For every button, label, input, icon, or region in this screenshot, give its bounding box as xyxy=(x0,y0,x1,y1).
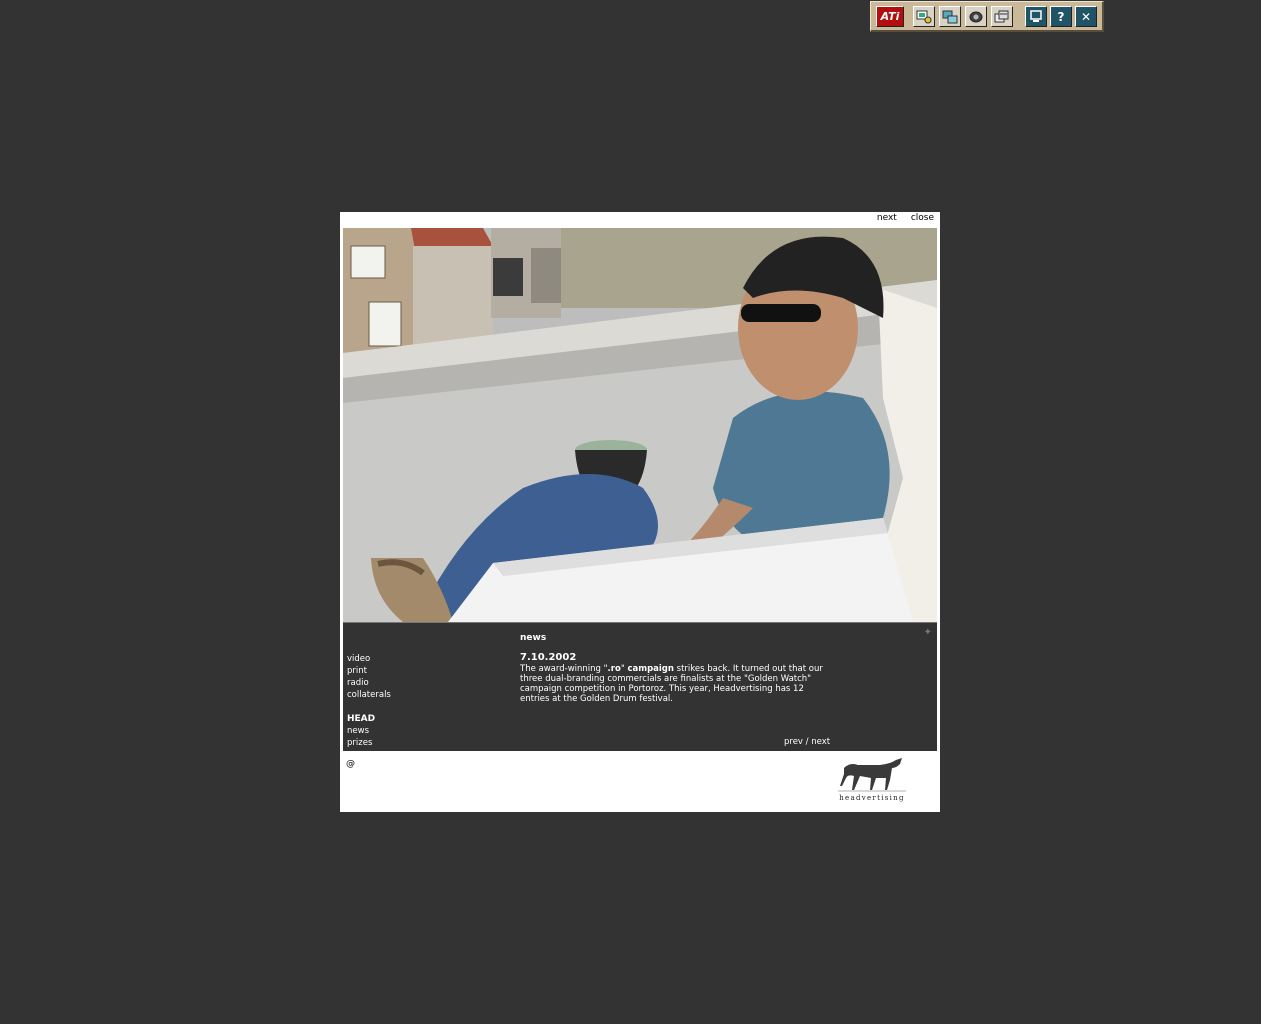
ati-taskbar: ATi ? ✕ xyxy=(870,1,1104,32)
news-body-pre: The award-winning " xyxy=(520,664,608,674)
news-body-bold-campaign: campaign xyxy=(627,664,674,674)
menu-item-news[interactable]: news xyxy=(347,725,467,737)
close-link[interactable]: close xyxy=(911,213,934,227)
news-body-bold-ro: .ro xyxy=(607,664,621,674)
news-panel: ✦ video print radio collaterals HEAD new… xyxy=(343,622,937,751)
menu-item-radio[interactable]: radio xyxy=(347,677,467,689)
prev-link[interactable]: prev xyxy=(784,737,803,747)
nav-menu: video print radio collaterals HEAD news … xyxy=(347,653,467,749)
headvertising-logo[interactable]: headvertising xyxy=(836,756,908,806)
bird-icon: ✦ xyxy=(923,627,932,638)
news-pager: prev / next xyxy=(784,737,830,747)
content-frame: next close ✦ video print radio collatera… xyxy=(340,212,940,812)
logo-wordmark: headvertising xyxy=(839,794,905,802)
display-settings-icon[interactable] xyxy=(913,6,935,27)
tv-tuner-icon[interactable] xyxy=(965,6,987,27)
menu-heading-head: HEAD xyxy=(347,714,376,724)
menu-item-collaterals[interactable]: collaterals xyxy=(347,689,467,701)
news-body: The award-winning ".ro" campaign strikes… xyxy=(520,664,832,704)
close-button[interactable]: ✕ xyxy=(1075,6,1097,27)
menu-item-print[interactable]: print xyxy=(347,665,467,677)
section-title: news xyxy=(520,633,547,643)
ati-logo-button[interactable]: ATi xyxy=(876,6,904,27)
pager-separator: / xyxy=(802,737,812,747)
menu-item-video[interactable]: video xyxy=(347,653,467,665)
menu-item-prizes[interactable]: prizes xyxy=(347,737,467,749)
monitor-icon[interactable] xyxy=(1025,6,1047,27)
dog-logo-icon xyxy=(838,758,906,792)
news-date: 7.10.2002 xyxy=(520,652,577,663)
next-link[interactable]: next xyxy=(877,213,897,227)
monitor-network-icon[interactable] xyxy=(939,6,961,27)
hero-photo xyxy=(343,228,937,622)
windows-list-icon[interactable] xyxy=(991,6,1013,27)
email-link[interactable]: @ xyxy=(346,759,355,769)
help-button[interactable]: ? xyxy=(1050,6,1072,27)
frame-top-links: next close xyxy=(877,213,934,227)
next-news-link[interactable]: next xyxy=(811,737,830,747)
